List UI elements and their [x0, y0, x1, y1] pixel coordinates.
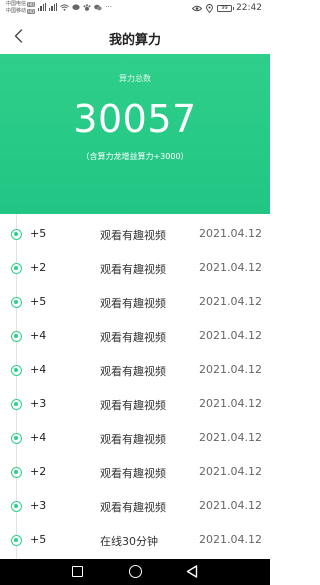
record-description: 观看有趣视频	[100, 297, 166, 310]
record-row: +3 观看有趣视频 2021.04.12	[0, 489, 270, 523]
back-triangle-icon[interactable]	[186, 565, 198, 578]
recent-apps-button[interactable]	[72, 566, 83, 577]
record-date: 2021.04.12	[199, 227, 262, 240]
record-row: +5 观看有趣视频 2021.04.12	[0, 217, 270, 251]
battery-icon: 99	[217, 4, 235, 12]
carrier-1: 中国电信	[6, 1, 27, 7]
record-row: +3 观看有趣视频 2021.04.12	[0, 387, 270, 421]
total-value: 30057	[73, 97, 197, 141]
screen: 中国电信 HD 中国移动 HD ··· 99 22:42 我的算力 算力总数 300…	[0, 0, 270, 585]
record-amount: +5	[30, 295, 47, 308]
clock: 22:42	[236, 3, 262, 13]
record-date: 2021.04.12	[199, 465, 262, 478]
record-description: 观看有趣视频	[100, 501, 166, 514]
location-icon	[206, 3, 214, 13]
record-row: +2 观看有趣视频 2021.04.12	[0, 455, 270, 489]
record-date: 2021.04.12	[199, 295, 262, 308]
timeline-dot-icon	[11, 331, 22, 342]
hd-badge: HD	[27, 2, 36, 7]
record-description: 在线30分钟	[100, 535, 158, 548]
total-note: （含算力龙增益算力+3000）	[81, 152, 189, 161]
record-row: +5 观看有趣视频 2021.04.12	[0, 285, 270, 319]
record-amount: +4	[30, 329, 47, 342]
record-date: 2021.04.12	[199, 499, 262, 512]
record-row: +4 观看有趣视频 2021.04.12	[0, 319, 270, 353]
record-row: +2 观看有趣视频 2021.04.12	[0, 251, 270, 285]
timeline-dot-icon	[11, 501, 22, 512]
record-description: 观看有趣视频	[100, 365, 166, 378]
record-list[interactable]: +5 观看有趣视频 2021.04.12 +2 观看有趣视频 2021.04.12 +5 观看…	[0, 214, 270, 559]
status-bar: 中国电信 HD 中国移动 HD ··· 99 22:42	[0, 0, 270, 20]
record-description: 观看有趣视频	[100, 399, 166, 412]
carrier-2: 中国移动	[6, 8, 27, 14]
record-date: 2021.04.12	[199, 431, 262, 444]
chat-icon	[72, 3, 80, 10]
record-row: +4 观看有趣视频 2021.04.12	[0, 421, 270, 455]
record-description: 观看有趣视频	[100, 263, 166, 276]
record-amount: +3	[30, 397, 47, 410]
nav-bar: 我的算力	[0, 20, 270, 54]
record-date: 2021.04.12	[199, 261, 262, 274]
timeline-dot-icon	[11, 263, 22, 274]
total-summary: 算力总数 30057 （含算力龙增益算力+3000）	[0, 54, 270, 214]
record-amount: +2	[30, 261, 47, 274]
system-nav-bar	[0, 559, 270, 585]
home-button[interactable]	[129, 565, 142, 578]
record-row: +5 在线30分钟 2021.04.12	[0, 523, 270, 557]
signal-icon-2	[49, 3, 58, 11]
total-label: 算力总数	[119, 74, 151, 83]
record-description: 观看有趣视频	[100, 467, 166, 480]
record-amount: +4	[30, 363, 47, 376]
timeline-dot-icon	[11, 297, 22, 308]
record-date: 2021.04.12	[199, 363, 262, 376]
message-icon	[94, 4, 103, 10]
record-description: 观看有趣视频	[100, 433, 166, 446]
eye-icon	[192, 5, 203, 11]
record-description: 观看有趣视频	[100, 331, 166, 344]
record-amount: +2	[30, 465, 47, 478]
carrier-info: 中国电信 HD 中国移动 HD	[6, 1, 36, 15]
record-date: 2021.04.12	[199, 397, 262, 410]
timeline-dot-icon	[11, 467, 22, 478]
page-title: 我的算力	[108, 33, 161, 48]
record-date: 2021.04.12	[199, 329, 262, 342]
timeline-dot-icon	[11, 229, 22, 240]
timeline-dot-icon	[11, 433, 22, 444]
signal-icon	[38, 3, 47, 11]
record-date: 2021.04.12	[199, 533, 262, 546]
record-amount: +5	[30, 227, 47, 240]
record-amount: +5	[30, 533, 47, 546]
timeline-dot-icon	[11, 365, 22, 376]
record-amount: +4	[30, 431, 47, 444]
hd-badge-2: HD	[27, 9, 36, 14]
record-row: +4 观看有趣视频 2021.04.12	[0, 353, 270, 387]
timeline-dot-icon	[11, 535, 22, 546]
record-amount: +3	[30, 499, 47, 512]
more-dots-icon: ···	[105, 3, 113, 11]
record-description: 观看有趣视频	[100, 229, 166, 242]
timeline-dot-icon	[11, 399, 22, 410]
paw-icon	[83, 3, 91, 11]
wifi-icon	[60, 3, 70, 11]
status-icons: ···	[38, 3, 112, 11]
status-right: 99 22:42	[192, 3, 262, 13]
